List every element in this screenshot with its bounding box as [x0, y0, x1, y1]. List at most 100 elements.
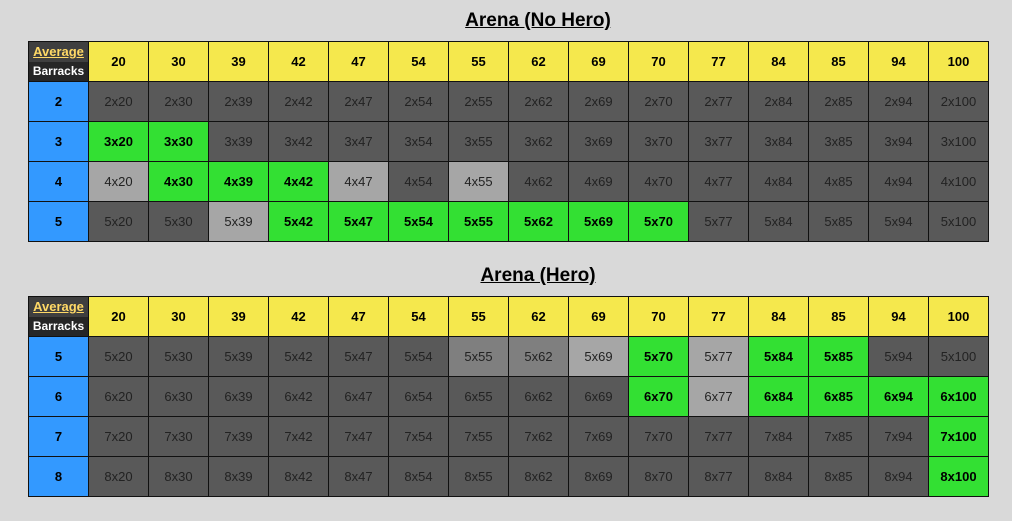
column-header: 77 [688, 296, 749, 337]
table-cell: 8x94 [868, 456, 929, 497]
table-cell: 3x94 [868, 121, 929, 162]
table-cell: 2x30 [148, 81, 209, 122]
table-cell: 5x20 [88, 201, 149, 242]
column-header: 55 [448, 296, 509, 337]
column-header: 30 [148, 296, 209, 337]
table-cell: 4x39 [208, 161, 269, 202]
table-cell: 4x85 [808, 161, 869, 202]
table-cell: 6x94 [868, 376, 929, 417]
table-cell: 8x69 [568, 456, 629, 497]
header-row: Average Barracks 20 30 39 42 47 54 55 62 69 70 77 84 8… [28, 41, 989, 82]
table-cell: 6x100 [928, 376, 989, 417]
column-header: 20 [88, 41, 149, 82]
table-cell: 3x85 [808, 121, 869, 162]
column-header: 94 [868, 41, 929, 82]
table-cell: 8x30 [148, 456, 209, 497]
column-header: 100 [928, 296, 989, 337]
table-cell: 7x42 [268, 416, 329, 457]
table-cell: 5x47 [328, 336, 389, 377]
table-cell: 5x42 [268, 201, 329, 242]
table-cell: 7x55 [448, 416, 509, 457]
column-header: 100 [928, 41, 989, 82]
table-cell: 8x100 [928, 456, 989, 497]
row-header: 2 [28, 81, 89, 122]
row-header: 8 [28, 456, 89, 497]
column-header: 42 [268, 41, 329, 82]
table-cell: 4x20 [88, 161, 149, 202]
column-header: 47 [328, 41, 389, 82]
column-header: 30 [148, 41, 209, 82]
table-cell: 6x47 [328, 376, 389, 417]
table-cell: 4x69 [568, 161, 629, 202]
arena-no-hero-table: Average Barracks 20 30 39 42 47 54 55 62 69 70 77 84 8… [28, 41, 989, 242]
column-header: 70 [628, 41, 689, 82]
table-cell: 3x77 [688, 121, 749, 162]
table-cell: 5x55 [448, 336, 509, 377]
table-cell: 7x62 [508, 416, 569, 457]
table-cell: 5x39 [208, 336, 269, 377]
table-cell: 2x94 [868, 81, 929, 122]
table-cell: 8x84 [748, 456, 809, 497]
table-cell: 2x62 [508, 81, 569, 122]
table-cell: 3x47 [328, 121, 389, 162]
table-cell: 3x100 [928, 121, 989, 162]
column-header: 39 [208, 41, 269, 82]
table-cell: 7x85 [808, 416, 869, 457]
table-cell: 7x30 [148, 416, 209, 457]
table-cell: 8x62 [508, 456, 569, 497]
table-cell: 4x84 [748, 161, 809, 202]
column-header: 47 [328, 296, 389, 337]
table-cell: 4x42 [268, 161, 329, 202]
table-cell: 3x62 [508, 121, 569, 162]
table-cell: 3x20 [88, 121, 149, 162]
table-cell: 3x30 [148, 121, 209, 162]
column-header: 84 [748, 296, 809, 337]
column-header: 62 [508, 296, 569, 337]
table-cell: 8x39 [208, 456, 269, 497]
average-label: Average [33, 44, 84, 60]
table-cell: 5x94 [868, 336, 929, 377]
table-cell: 7x47 [328, 416, 389, 457]
table-cell: 8x85 [808, 456, 869, 497]
column-header: 94 [868, 296, 929, 337]
table-cell: 3x69 [568, 121, 629, 162]
table-cell: 5x42 [268, 336, 329, 377]
table-cell: 7x69 [568, 416, 629, 457]
table-cell: 8x47 [328, 456, 389, 497]
table-cell: 8x70 [628, 456, 689, 497]
table-cell: 5x54 [388, 201, 449, 242]
table-cell: 6x30 [148, 376, 209, 417]
table-cell: 8x55 [448, 456, 509, 497]
row-header: 5 [28, 336, 89, 377]
table-title: Arena (Hero) [480, 265, 596, 286]
column-header: 20 [88, 296, 149, 337]
table-row: 5 5x20 5x30 5x39 5x42 5x47 5x54 5x55 5x62 5x69 5x7… [28, 336, 989, 377]
row-header: 3 [28, 121, 89, 162]
table-cell: 7x100 [928, 416, 989, 457]
table-cell: 2x42 [268, 81, 329, 122]
table-cell: 5x100 [928, 201, 989, 242]
table-cell: 7x84 [748, 416, 809, 457]
table-cell: 2x70 [628, 81, 689, 122]
table-cell: 7x54 [388, 416, 449, 457]
table-cell: 3x84 [748, 121, 809, 162]
table-cell: 4x70 [628, 161, 689, 202]
table-cell: 5x84 [748, 201, 809, 242]
table-cell: 4x100 [928, 161, 989, 202]
table-cell: 5x69 [568, 201, 629, 242]
table-row: 6 6x20 6x30 6x39 6x42 6x47 6x54 6x55 6x62 6x69 6x7… [28, 376, 989, 417]
table-cell: 3x39 [208, 121, 269, 162]
table-cell: 6x62 [508, 376, 569, 417]
table-row: 5 5x20 5x30 5x39 5x42 5x47 5x54 5x55 5x62 5x69 5x7… [28, 201, 989, 242]
table-row: 4 4x20 4x30 4x39 4x42 4x47 4x54 4x55 4x62 4x69 4x7… [28, 161, 989, 202]
table-cell: 5x70 [628, 336, 689, 377]
table-cell: 4x54 [388, 161, 449, 202]
average-label: Average [33, 299, 84, 315]
table-cell: 2x84 [748, 81, 809, 122]
table-cell: 6x84 [748, 376, 809, 417]
table-cell: 5x85 [808, 201, 869, 242]
header-row: Average Barracks 20 30 39 42 47 54 55 62 69 70 77 84 8… [28, 296, 989, 337]
table-cell: 6x55 [448, 376, 509, 417]
table-cell: 3x42 [268, 121, 329, 162]
row-header: 4 [28, 161, 89, 202]
